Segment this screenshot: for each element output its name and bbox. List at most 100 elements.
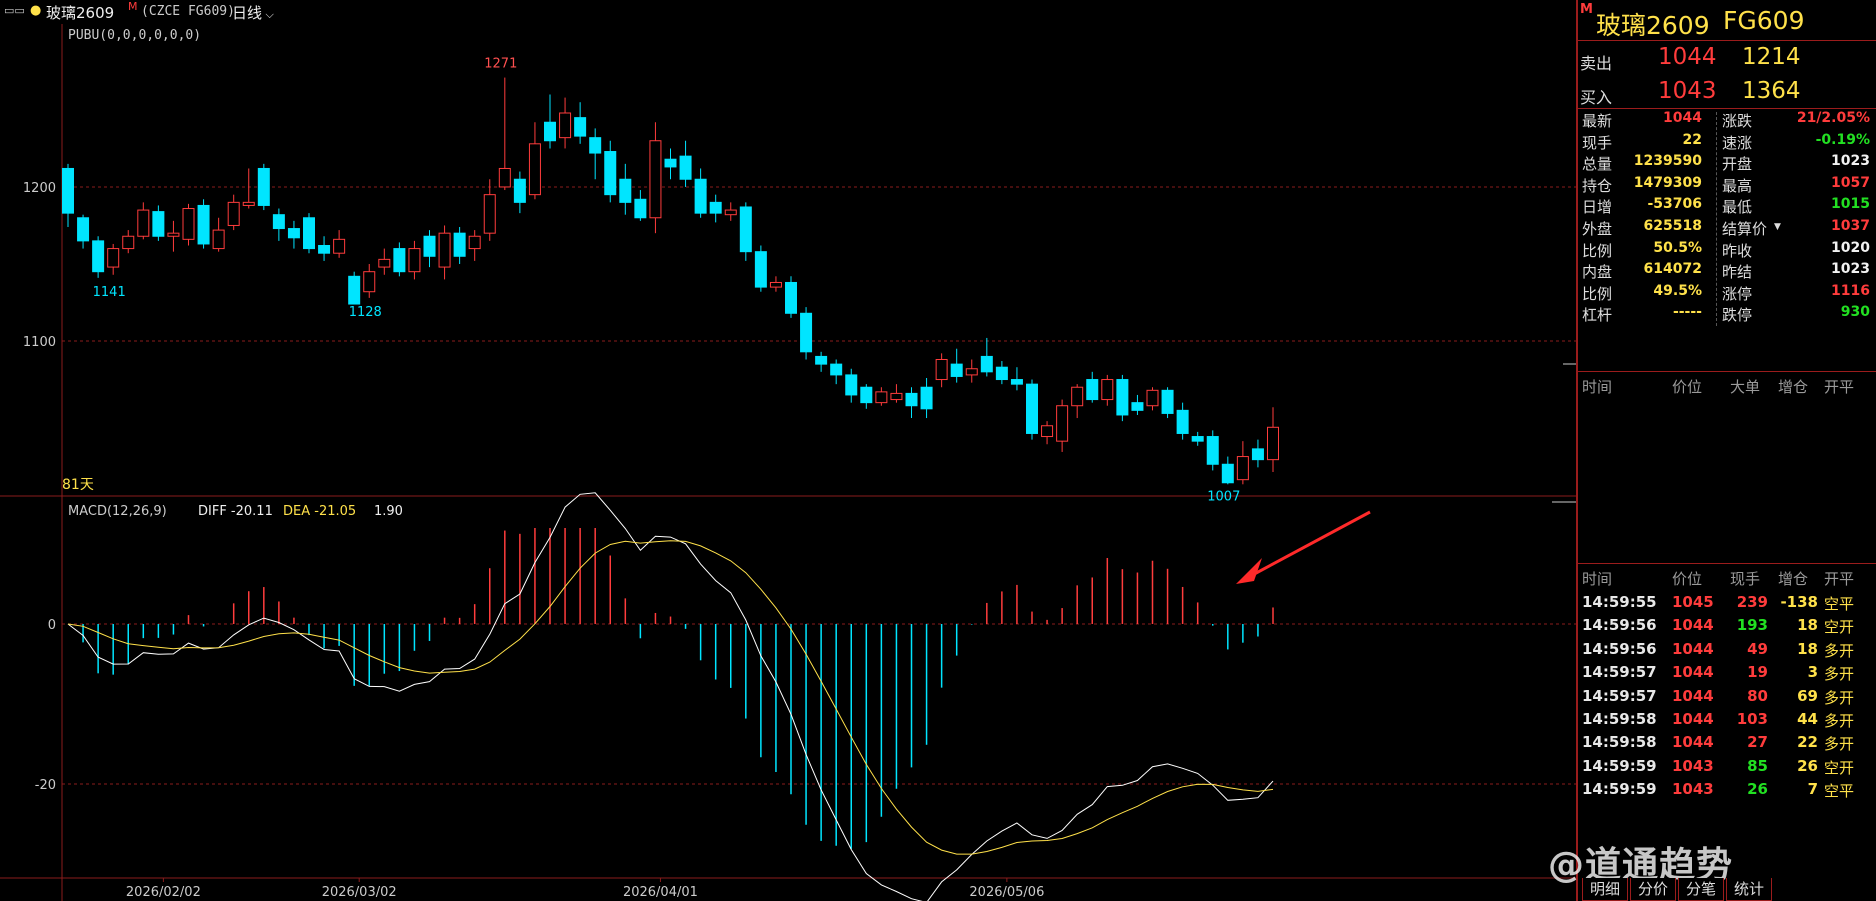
candle-body[interactable] — [935, 359, 948, 381]
candle-body[interactable] — [589, 137, 602, 154]
candle-body[interactable] — [513, 178, 526, 203]
candle-body[interactable] — [528, 143, 541, 196]
candle-body[interactable] — [1176, 409, 1189, 434]
candle-body[interactable] — [1026, 383, 1038, 434]
candle-body[interactable] — [92, 240, 105, 273]
settle-dropdown-icon[interactable]: ▼ — [1774, 222, 1781, 232]
candle-body[interactable] — [107, 248, 120, 268]
candle-body[interactable] — [1131, 402, 1144, 411]
tick-row[interactable]: 14:59:58 1044 27 22 多开 — [1578, 732, 1876, 754]
candle-body[interactable] — [242, 201, 255, 206]
candle-body[interactable] — [1267, 426, 1279, 461]
candle-body[interactable] — [950, 363, 963, 377]
candle-body[interactable] — [423, 235, 436, 257]
candle-body[interactable] — [544, 121, 556, 142]
candle-body[interactable] — [1041, 425, 1054, 438]
candle-body[interactable] — [995, 366, 1008, 381]
candle-body[interactable] — [769, 281, 782, 288]
tab-0[interactable]: 明细 — [1582, 878, 1628, 901]
candle-body[interactable] — [785, 281, 797, 314]
candle-body[interactable] — [348, 275, 361, 305]
candle-body[interactable] — [468, 235, 481, 250]
macd-header-label[interactable]: MACD(12,26,9) — [68, 504, 167, 519]
candle-body[interactable] — [1146, 389, 1159, 407]
candle-body[interactable] — [1101, 379, 1114, 401]
candle-body[interactable] — [303, 217, 315, 250]
window-menu-icon[interactable]: ▭▭ — [4, 4, 25, 17]
buy-price[interactable]: 1043 — [1658, 78, 1717, 104]
candle-body[interactable] — [890, 392, 903, 401]
candle-body[interactable] — [1221, 463, 1234, 484]
candle-body[interactable] — [438, 232, 451, 268]
tab-1[interactable]: 分价 — [1630, 878, 1676, 901]
candle-body[interactable] — [212, 229, 225, 250]
kline-chart[interactable]: 1200 1100 1271 1141 1128 1007 PUBU(0,0,0,0,0,0… — [0, 24, 1576, 901]
candle-body[interactable] — [122, 235, 135, 250]
candle-body[interactable] — [1161, 389, 1174, 414]
candle-body[interactable] — [574, 117, 587, 137]
tick-row[interactable]: 14:59:57 1044 19 3 多开 — [1578, 662, 1876, 684]
candle-body[interactable] — [694, 178, 707, 214]
candle-body[interactable] — [227, 201, 240, 226]
sell-price[interactable]: 1044 — [1658, 44, 1717, 70]
candle-body[interactable] — [739, 206, 752, 253]
candle-body[interactable] — [604, 151, 617, 196]
candle-body[interactable] — [920, 386, 933, 410]
candle-body[interactable] — [257, 167, 270, 206]
tick-row[interactable]: 14:59:56 1044 49 18 多开 — [1578, 639, 1876, 661]
candle-body[interactable] — [1116, 379, 1129, 416]
candle-body[interactable] — [905, 392, 918, 407]
candle-body[interactable] — [679, 155, 692, 180]
candle-body[interactable] — [875, 391, 888, 404]
candle-body[interactable] — [287, 228, 300, 239]
candle-body[interactable] — [77, 217, 90, 242]
candle-body[interactable] — [318, 244, 331, 254]
candle-body[interactable] — [980, 355, 993, 373]
candle-body[interactable] — [393, 248, 406, 273]
tab-2[interactable]: 分笔 — [1678, 878, 1724, 901]
candle-body[interactable] — [152, 211, 165, 237]
candle-body[interactable] — [182, 208, 195, 240]
tick-row[interactable]: 14:59:59 1043 26 7 空平 — [1578, 779, 1876, 801]
candle-body[interactable] — [724, 209, 737, 216]
candle-body[interactable] — [1010, 379, 1023, 385]
candle-body[interactable] — [408, 248, 421, 273]
tick-row[interactable]: 14:59:55 1045 239 -138 空平 — [1578, 592, 1876, 614]
tick-row[interactable]: 14:59:57 1044 80 69 多开 — [1578, 686, 1876, 708]
candle-body[interactable] — [1236, 456, 1249, 481]
candle-body[interactable] — [62, 167, 74, 214]
candle-body[interactable] — [137, 209, 150, 237]
candle-body[interactable] — [483, 194, 496, 234]
tick-row[interactable]: 14:59:58 1044 103 44 多开 — [1578, 709, 1876, 731]
candle-body[interactable] — [634, 198, 647, 219]
candle-body[interactable] — [754, 251, 767, 288]
candle-body[interactable] — [1251, 448, 1264, 461]
candle-body[interactable] — [1191, 436, 1204, 442]
tick-row[interactable]: 14:59:59 1043 85 26 空开 — [1578, 756, 1876, 778]
candle-body[interactable] — [559, 112, 572, 139]
candle-body[interactable] — [649, 140, 662, 219]
candle-body[interactable] — [965, 368, 978, 376]
candle-body[interactable] — [498, 167, 511, 188]
tab-3[interactable]: 统计 — [1726, 878, 1772, 901]
candle-body[interactable] — [272, 214, 285, 230]
tick-row[interactable]: 14:59:56 1044 193 18 空开 — [1578, 615, 1876, 637]
candle-body[interactable] — [800, 312, 813, 353]
candle-body[interactable] — [1086, 379, 1099, 401]
candle-body[interactable] — [1056, 405, 1069, 442]
indicator-label[interactable]: PUBU(0,0,0,0,0,0) — [68, 28, 201, 43]
candle-body[interactable] — [830, 363, 843, 376]
candle-body[interactable] — [378, 258, 391, 268]
candle-body[interactable] — [815, 355, 828, 365]
candle-body[interactable] — [453, 232, 466, 257]
candle-body[interactable] — [1206, 436, 1219, 465]
candle-body[interactable] — [167, 232, 180, 237]
period-selector[interactable]: 日线 ⌵ — [232, 2, 274, 23]
candle-body[interactable] — [197, 204, 210, 245]
kline-chart-area[interactable]: 1200 1100 1271 1141 1128 1007 PUBU(0,0,0,0,0,0… — [0, 24, 1576, 901]
candle-body[interactable] — [845, 374, 858, 396]
candle-body[interactable] — [860, 386, 873, 404]
candle-body[interactable] — [363, 271, 376, 293]
candle-body[interactable] — [333, 238, 346, 254]
candle-body[interactable] — [709, 201, 722, 214]
